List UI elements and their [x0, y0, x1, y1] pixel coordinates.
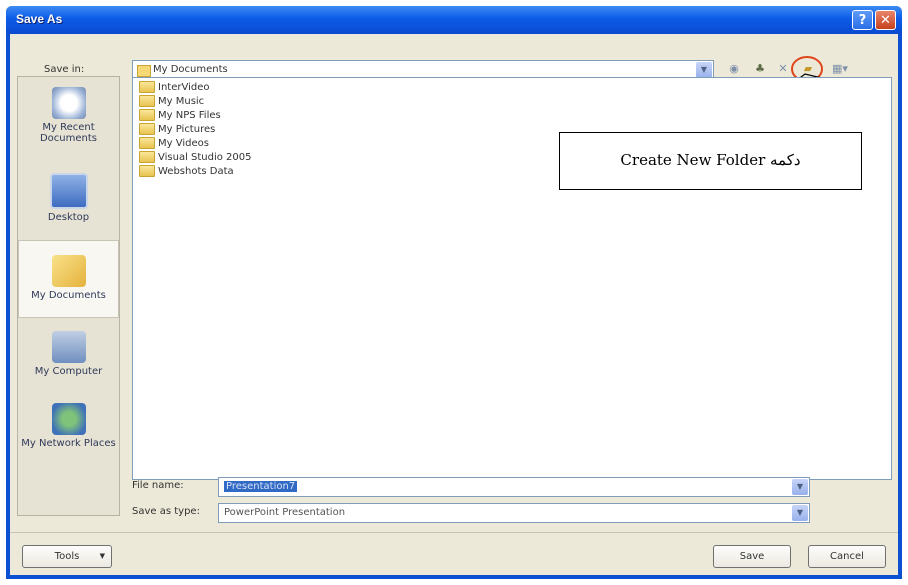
- folder-icon: [139, 109, 155, 121]
- videos-folder-icon: [139, 137, 155, 149]
- file-name-input[interactable]: Presentation7 ▼: [218, 477, 810, 497]
- folder-icon: [139, 165, 155, 177]
- tools-label: Tools: [54, 551, 80, 562]
- music-folder-icon: [139, 95, 155, 107]
- my-documents-icon: [51, 255, 86, 287]
- file-name-value: Presentation7: [224, 481, 298, 492]
- place-desktop[interactable]: Desktop: [18, 167, 119, 223]
- file-name-label: File name:: [132, 480, 184, 491]
- folder-icon: [139, 81, 155, 93]
- place-my-documents[interactable]: My Documents: [18, 240, 119, 318]
- place-label: My Recent Documents: [39, 122, 98, 144]
- place-label: My Network Places: [21, 438, 116, 449]
- place-label: My Computer: [34, 366, 103, 377]
- list-item[interactable]: My NPS Files: [139, 109, 221, 123]
- close-button[interactable]: ✕: [875, 10, 896, 30]
- list-item[interactable]: My Pictures: [139, 123, 215, 137]
- pictures-folder-icon: [139, 123, 155, 135]
- place-label: Desktop: [47, 212, 90, 223]
- save-as-type-label: Save as type:: [132, 506, 200, 517]
- desktop-icon: [49, 173, 88, 209]
- chevron-down-icon: ▼: [99, 552, 105, 560]
- folder-icon: [139, 151, 155, 163]
- save-as-type-dropdown[interactable]: PowerPoint Presentation ▼: [218, 503, 810, 523]
- recent-documents-icon: [51, 87, 86, 119]
- separator: [10, 532, 898, 533]
- list-item[interactable]: Visual Studio 2005: [139, 151, 252, 165]
- chevron-down-icon[interactable]: ▼: [792, 479, 808, 495]
- annotation-callout: Create New Folder دکمه: [559, 132, 862, 190]
- list-item[interactable]: My Videos: [139, 137, 209, 151]
- list-item[interactable]: InterVideo: [139, 81, 210, 95]
- my-computer-icon: [51, 331, 86, 363]
- save-as-type-value: PowerPoint Presentation: [224, 507, 346, 518]
- chevron-down-icon[interactable]: ▼: [792, 505, 808, 521]
- list-item[interactable]: Webshots Data: [139, 165, 234, 179]
- dialog-title: Save As: [16, 12, 63, 26]
- help-button[interactable]: ?: [852, 10, 873, 30]
- list-item[interactable]: My Music: [139, 95, 204, 109]
- places-bar: My Recent Documents Desktop My Documents…: [17, 76, 120, 516]
- place-my-computer[interactable]: My Computer: [18, 325, 119, 377]
- save-button[interactable]: Save: [713, 545, 791, 568]
- network-places-icon: [51, 403, 86, 435]
- title-bar[interactable]: Save As ? ✕: [6, 6, 902, 34]
- place-my-recent-documents[interactable]: My Recent Documents: [18, 81, 119, 144]
- place-label: My Documents: [31, 290, 106, 301]
- place-my-network-places[interactable]: My Network Places: [18, 397, 119, 449]
- dialog-body: Save in: My Documents ▼ ◉ ♣ ✕ ▰ ▦▾ My Re…: [10, 34, 898, 575]
- tools-button[interactable]: Tools ▼: [22, 545, 112, 568]
- save-as-dialog: Save As ? ✕ Save in: My Documents ▼ ◉ ♣ …: [6, 6, 902, 579]
- cancel-button[interactable]: Cancel: [808, 545, 886, 568]
